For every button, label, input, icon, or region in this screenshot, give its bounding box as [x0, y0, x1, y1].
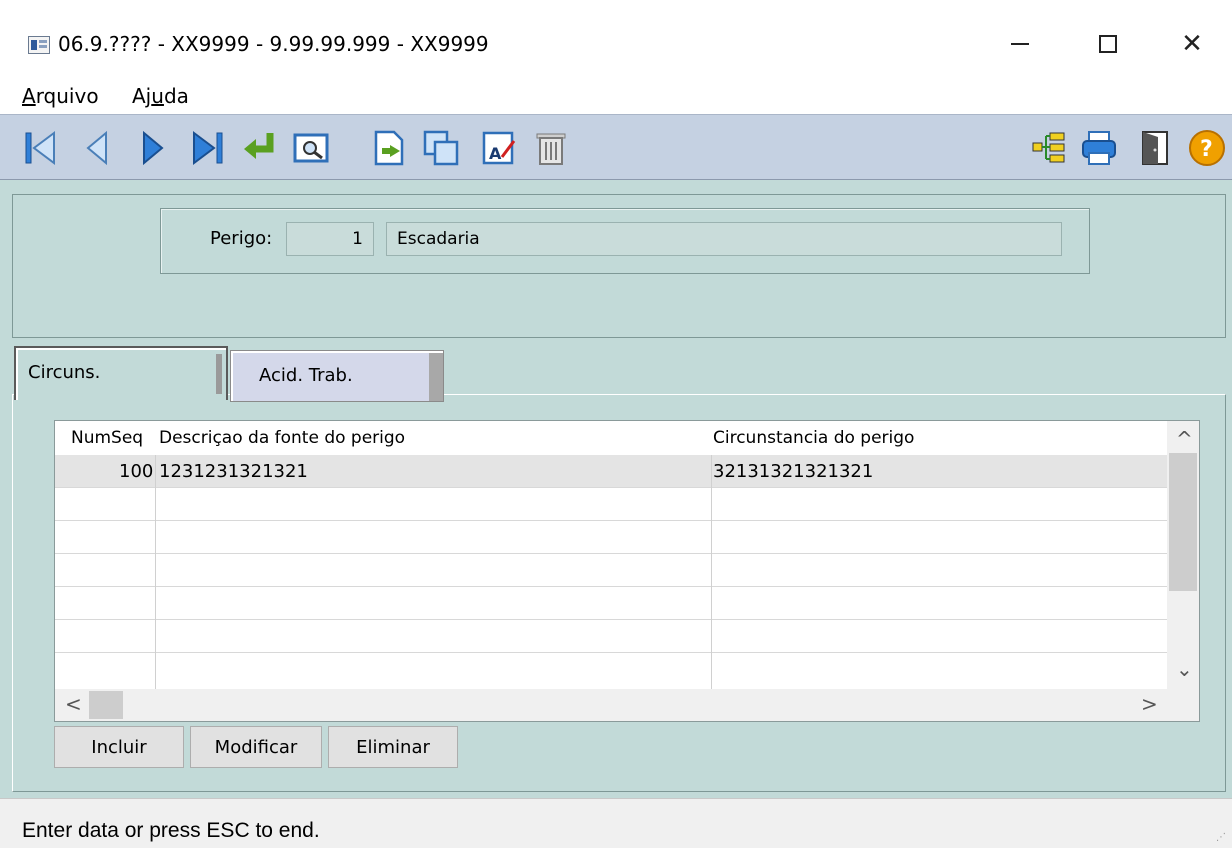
perigo-description-field[interactable]: Escadaria	[386, 222, 1062, 256]
previous-record-icon[interactable]	[78, 129, 116, 167]
menu-bar: Arquivo Ajuda	[0, 80, 1232, 114]
scroll-down-icon[interactable]: ⌄	[1176, 657, 1193, 681]
menu-ajuda-mnemonic: u	[151, 84, 164, 108]
table-row[interactable]	[55, 488, 1167, 521]
grid-header: NumSeq Descriçao da fonte do perigo Circ…	[55, 421, 1167, 455]
maximize-icon	[1099, 35, 1117, 53]
modificar-button[interactable]: Modificar	[190, 726, 322, 768]
tab-acid-trab[interactable]: Acid. Trab.	[230, 350, 444, 402]
menu-arquivo-label: rquivo	[35, 84, 99, 108]
tab-edge	[216, 354, 222, 394]
menu-ajuda-prefix: Aj	[132, 84, 152, 108]
app-icon	[28, 36, 50, 54]
incluir-button[interactable]: Incluir	[54, 726, 184, 768]
copy-icon[interactable]	[422, 129, 460, 167]
vertical-scroll-thumb[interactable]	[1169, 453, 1197, 591]
exit-door-icon[interactable]	[1136, 129, 1174, 167]
minimize-button[interactable]	[990, 22, 1050, 66]
title-bar: 06.9.???? - XX9999 - 9.99.99.999 - XX999…	[0, 0, 1232, 84]
enter-icon[interactable]	[240, 129, 278, 167]
menu-arquivo-mnemonic: A	[22, 84, 36, 108]
column-header-numseq[interactable]: NumSeq	[71, 428, 143, 448]
table-row[interactable]: 100 1231231321321 32131321321321	[55, 455, 1167, 488]
table-row[interactable]	[55, 653, 1167, 689]
eliminar-button[interactable]: Eliminar	[328, 726, 458, 768]
cell-circunstancia: 32131321321321	[713, 461, 874, 482]
print-icon[interactable]	[1080, 129, 1118, 167]
close-button[interactable]: ✕	[1162, 22, 1222, 66]
toolbar: A ?	[0, 114, 1232, 180]
table-row[interactable]	[55, 554, 1167, 587]
status-text: Enter data or press ESC to end.	[22, 819, 320, 842]
preview-icon[interactable]	[292, 129, 330, 167]
cell-descricao: 1231231321321	[159, 461, 308, 482]
svg-text:?: ?	[1200, 137, 1213, 162]
table-row[interactable]	[55, 521, 1167, 554]
data-grid[interactable]: NumSeq Descriçao da fonte do perigo Circ…	[54, 420, 1200, 722]
cell-numseq: 100	[119, 461, 154, 482]
scroll-left-icon[interactable]: <	[65, 692, 82, 716]
horizontal-scrollbar[interactable]: < >	[55, 689, 1199, 721]
tab-circuns[interactable]: Circuns.	[14, 346, 228, 400]
tree-icon[interactable]	[1030, 129, 1068, 167]
scroll-up-icon[interactable]: ^	[1176, 427, 1193, 451]
minimize-icon	[1011, 43, 1029, 45]
scroll-right-icon[interactable]: >	[1141, 692, 1158, 716]
menu-arquivo[interactable]: Arquivo	[22, 84, 99, 108]
column-header-circunstancia[interactable]: Circunstancia do perigo	[713, 428, 914, 448]
help-icon[interactable]: ?	[1188, 129, 1226, 167]
vertical-scrollbar[interactable]: ^ ⌄	[1167, 421, 1199, 689]
last-record-icon[interactable]	[188, 129, 226, 167]
main-panel: Perigo: 1 Escadaria Acid. Trab. Circuns.…	[0, 180, 1232, 798]
next-record-icon[interactable]	[134, 129, 172, 167]
edit-icon[interactable]: A	[480, 129, 518, 167]
tab-circuns-label: Circuns.	[28, 362, 101, 383]
column-divider	[155, 455, 156, 689]
table-row[interactable]	[55, 620, 1167, 653]
maximize-button[interactable]	[1078, 22, 1138, 66]
table-row[interactable]	[55, 587, 1167, 620]
perigo-number-field[interactable]: 1	[286, 222, 374, 256]
window-title: 06.9.???? - XX9999 - 9.99.99.999 - XX999…	[58, 32, 489, 56]
delete-icon[interactable]	[532, 129, 570, 167]
menu-ajuda-label: da	[163, 84, 189, 108]
menu-ajuda[interactable]: Ajuda	[132, 84, 189, 108]
perigo-label: Perigo:	[210, 228, 273, 249]
horizontal-scroll-thumb[interactable]	[89, 691, 123, 719]
tab-acid-trab-label: Acid. Trab.	[259, 365, 353, 386]
first-record-icon[interactable]	[22, 129, 60, 167]
new-document-icon[interactable]	[370, 129, 408, 167]
svg-text:A: A	[489, 144, 502, 163]
close-icon: ✕	[1181, 29, 1203, 59]
column-header-descricao[interactable]: Descriçao da fonte do perigo	[159, 428, 405, 448]
status-bar: Enter data or press ESC to end. ⋰	[0, 798, 1232, 848]
resize-grip-icon[interactable]: ⋰	[1216, 832, 1226, 843]
column-divider	[711, 455, 712, 689]
